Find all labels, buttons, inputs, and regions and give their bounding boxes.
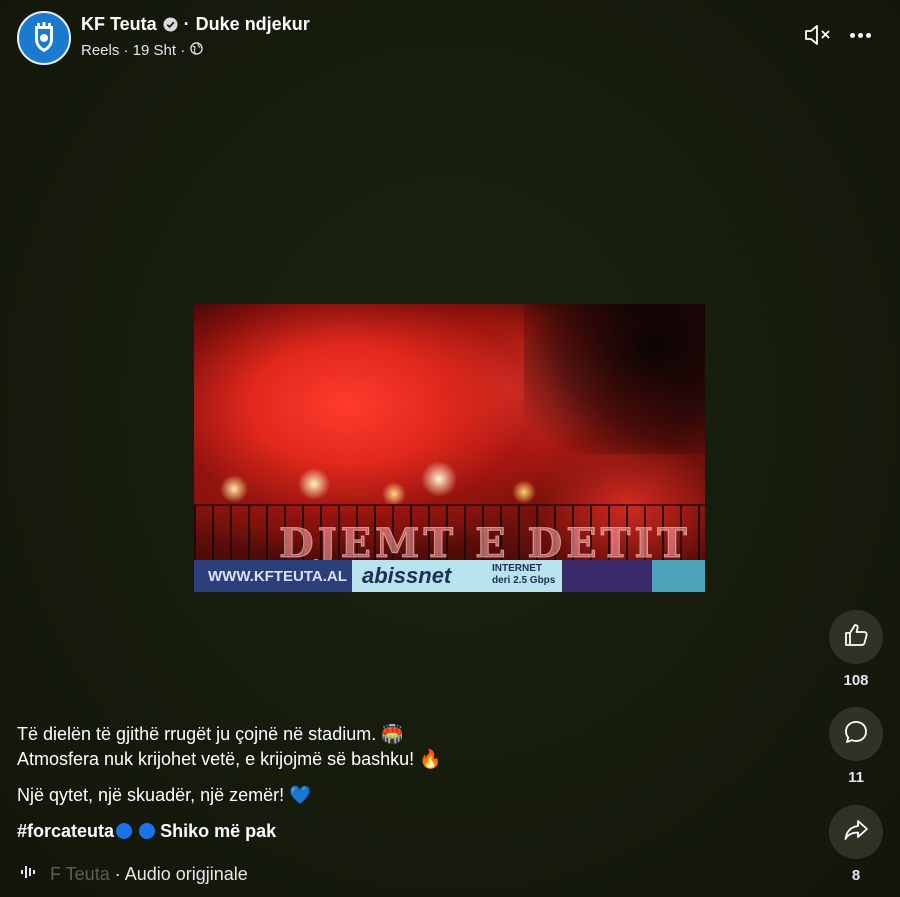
post-caption: Të dielën të gjithë rrugët ju çojnë në s… (17, 722, 717, 844)
blue-circle-icon (139, 823, 156, 839)
caption-line: Atmosfera nuk krijohet vetë, e krijojmë … (17, 749, 442, 769)
speaker-muted-icon[interactable] (800, 20, 834, 50)
comment-count[interactable]: 11 (829, 769, 883, 786)
caption-line: Një qytet, një skuadër, një zemër! 💙 (17, 785, 312, 805)
kf-teuta-crest-icon[interactable] (17, 11, 71, 65)
comment-button[interactable] (829, 707, 883, 761)
comment-bubble-icon (842, 718, 870, 751)
ad-panel (562, 560, 652, 592)
audio-label: · Audio origjinale (114, 864, 248, 884)
share-count[interactable]: 8 (829, 867, 883, 884)
reel-post: KF Teuta · Duke ndjekur Reels · 19 Sht · (0, 0, 900, 897)
like-count[interactable]: 108 (829, 672, 883, 689)
audio-waveform-icon (20, 864, 38, 885)
ad-brand-text: abissnet (362, 563, 452, 588)
verified-badge-icon (163, 17, 178, 32)
share-arrow-icon (842, 816, 870, 849)
ad-website-text: WWW.KFTEUTA.AL (194, 560, 352, 592)
like-button[interactable] (829, 610, 883, 664)
blue-circle-icon (116, 823, 133, 839)
audio-attribution[interactable]: F Teuta · Audio origjinale (20, 864, 248, 885)
post-header: KF Teuta · Duke ndjekur (81, 14, 310, 35)
header-separator: · (183, 14, 190, 34)
audio-author: F Teuta (50, 864, 110, 884)
post-meta-text: Reels · 19 Sht · (81, 42, 186, 59)
ad-internet-text: INTERNET deri 2.5 Gbps (492, 563, 555, 587)
ad-internet-line2: deri 2.5 Gbps (492, 575, 556, 586)
see-less-link[interactable]: Shiko më pak (160, 821, 276, 841)
reel-video-frame[interactable]: DJEMT E DETIT WWW.KFTEUTA.AL abissnet IN… (194, 304, 705, 592)
post-meta: Reels · 19 Sht · (81, 42, 203, 59)
advertising-board: WWW.KFTEUTA.AL abissnet INTERNET deri 2.… (194, 560, 705, 592)
caption-line: Të dielën të gjithë rrugët ju çojnë në s… (17, 724, 404, 744)
globe-icon[interactable] (190, 42, 203, 59)
share-button[interactable] (829, 805, 883, 859)
caption-hashtags: #forcateuta Shiko më pak (17, 819, 717, 844)
ad-abissnet: abissnet INTERNET deri 2.5 Gbps (352, 560, 562, 592)
hashtag-link[interactable]: #forcateuta (17, 821, 114, 841)
follow-status-button[interactable]: Duke ndjekur (196, 14, 310, 35)
ad-panel (652, 560, 705, 592)
thumbs-up-icon (842, 621, 870, 654)
more-options-icon[interactable] (844, 20, 876, 50)
night-sky-area (524, 304, 705, 454)
page-name-link[interactable]: KF Teuta (81, 14, 157, 35)
ad-internet-line1: INTERNET (492, 563, 542, 574)
